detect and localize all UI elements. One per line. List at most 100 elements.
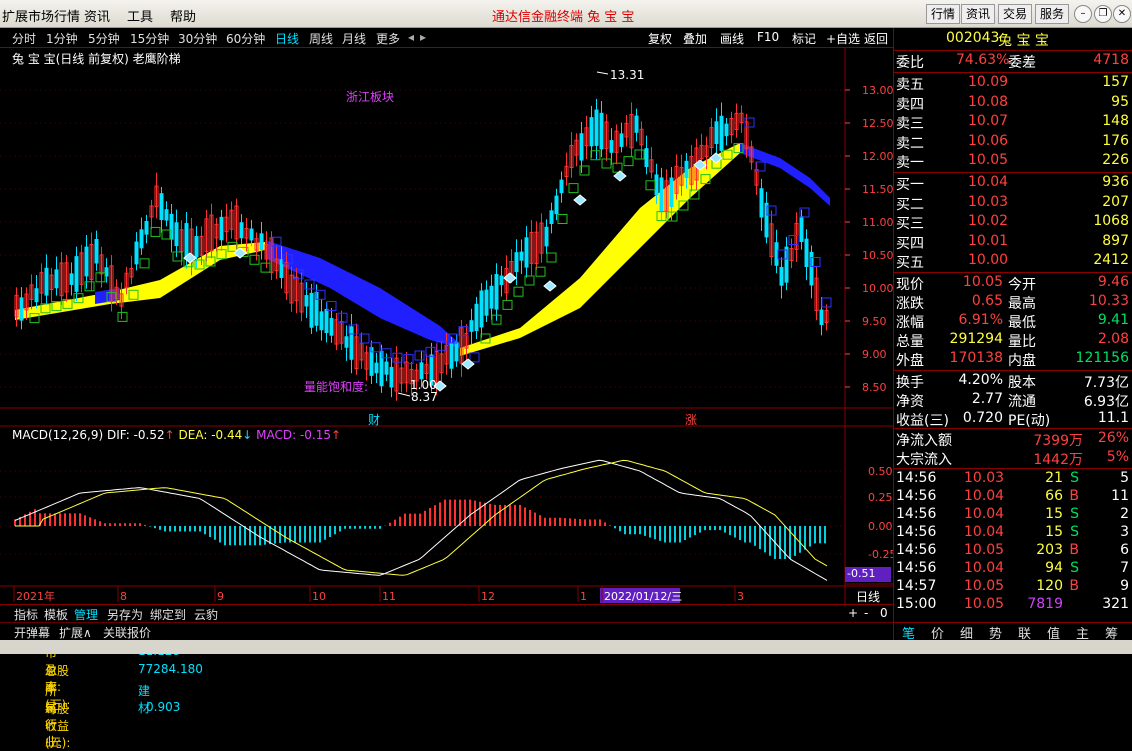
menu-extended-market[interactable]: 扩展市场行情 [2, 6, 80, 25]
candle [84, 246, 89, 277]
tab-indicator[interactable]: 指标 [14, 606, 38, 623]
stat-label: 外盘 [896, 353, 924, 369]
tf-daily[interactable]: 日线 [275, 30, 299, 47]
stat-value: 170138 [949, 350, 1003, 366]
bid-row: 买五 10.00 2412 [894, 252, 1132, 271]
minimize-icon[interactable]: – [1074, 5, 1092, 23]
tick-count: 2 [1120, 506, 1129, 522]
ladder-step [546, 252, 557, 263]
close-icon[interactable]: ✕ [1113, 5, 1131, 23]
macd-tick: -0.25 [868, 548, 893, 561]
stat-label: 总量 [896, 334, 924, 350]
tf-5min[interactable]: 5分钟 [88, 30, 120, 47]
restore-icon[interactable]: ❐ [1094, 5, 1112, 23]
btn-news[interactable]: 资讯 [961, 4, 996, 24]
btn-quote[interactable]: 行情 [926, 4, 961, 24]
candle [94, 238, 99, 264]
tf-weekly[interactable]: 周线 [309, 30, 333, 47]
zoom-out-icon[interactable]: - [864, 606, 868, 620]
bid-volume: 936 [1102, 174, 1129, 190]
macd-value: MACD: -0.15 [256, 428, 332, 442]
ladder-step [634, 149, 645, 160]
tool-adjust[interactable]: 复权 [648, 30, 672, 47]
tool-mark[interactable]: 标记 [792, 30, 816, 47]
tool-back[interactable]: 返回 [864, 30, 888, 47]
tf-intraday[interactable]: 分时 [12, 30, 36, 47]
signal-diamond-icon [461, 358, 475, 370]
tab-manage[interactable]: 管理 [74, 606, 98, 623]
stat-label-2: PE(动) [1008, 413, 1051, 429]
toggle-expand[interactable]: 扩展∧ [59, 624, 92, 641]
candle [44, 267, 49, 296]
candle [819, 309, 824, 325]
candle [489, 285, 494, 309]
ask-volume: 95 [1111, 93, 1129, 110]
price-tick: 9.00 [862, 348, 887, 361]
kline-chart[interactable]: 13.0012.5012.0011.5011.0010.5010.009.509… [0, 48, 896, 604]
macd-dea: DEA: -0.44 [178, 428, 243, 442]
tf-15min[interactable]: 15分钟 [130, 30, 169, 47]
ask-price: 10.07 [968, 113, 1009, 130]
menu-tools[interactable]: 工具 [127, 6, 153, 25]
tick-time: 14:56 [896, 506, 937, 522]
toggle-related-quote[interactable]: 关联报价 [103, 624, 151, 641]
tick-price: 10.05 [964, 542, 1005, 558]
stat-value: 6.91% [958, 312, 1003, 328]
zoom-reset-icon[interactable]: 0 [880, 606, 888, 620]
candle [759, 188, 764, 218]
btn-service[interactable]: 服务 [1035, 4, 1070, 24]
tool-f10[interactable]: F10 [757, 30, 779, 44]
stat-label: 涨幅 [896, 315, 924, 331]
diff-label: 委差 [1008, 55, 1036, 71]
tab-save-as[interactable]: 另存为 [107, 606, 143, 623]
macd-tick: 0.00 [868, 520, 893, 533]
toggle-danmaku[interactable]: 开弹幕 [14, 624, 50, 641]
btn-trade[interactable]: 交易 [998, 4, 1033, 24]
stat-value: 0.720 [962, 410, 1003, 426]
tab-bind-to[interactable]: 绑定到 [150, 606, 186, 623]
marker-rise[interactable]: 涨 [685, 411, 697, 428]
stat-value-2: 9.41 [1097, 312, 1129, 328]
candle [69, 273, 74, 285]
tab-cloud[interactable]: 云豹 [194, 606, 218, 623]
tab-template[interactable]: 模板 [44, 606, 68, 623]
tool-watchlist[interactable]: +自选 [826, 30, 860, 47]
bid-volume: 2412 [1093, 252, 1129, 269]
ask-price: 10.08 [968, 93, 1009, 110]
menu-help[interactable]: 帮助 [170, 6, 196, 25]
timeframe-toolbar: 分时 1分钟 5分钟 15分钟 30分钟 60分钟 日线 周线 月线 更多 ◂ … [0, 28, 893, 48]
scroll-left-icon[interactable]: ◂ [408, 30, 414, 44]
stat-value-2: 10.33 [1088, 293, 1129, 309]
tf-60min[interactable]: 60分钟 [226, 30, 265, 47]
date-label: 2021年 [16, 589, 55, 603]
tick-price: 10.05 [964, 596, 1005, 612]
menu-news[interactable]: 资讯 [84, 6, 110, 25]
tf-monthly[interactable]: 月线 [342, 30, 366, 47]
tf-1min[interactable]: 1分钟 [46, 30, 78, 47]
chart-title: 兔 宝 宝(日线 前复权) 老鹰阶梯 [12, 52, 181, 66]
tf-30min[interactable]: 30分钟 [178, 30, 217, 47]
tick-price: 10.03 [964, 470, 1005, 486]
tick-side: S [1070, 560, 1079, 576]
candle [714, 121, 719, 145]
tool-overlay[interactable]: 叠加 [683, 30, 707, 47]
price-tick: 11.50 [862, 183, 893, 196]
info-shares-value: 77284.180 [138, 662, 203, 676]
candle [724, 123, 729, 137]
marker-finance[interactable]: 财 [368, 411, 380, 428]
tf-more[interactable]: 更多 [376, 30, 400, 47]
zoom-in-icon[interactable]: + [848, 606, 858, 620]
candle [684, 160, 689, 178]
candle [344, 336, 349, 348]
tick-row: 14:56 10.04 15 S 3 [894, 524, 1132, 543]
candle [304, 295, 309, 307]
candle [74, 256, 79, 292]
chart-area[interactable]: 13.00 12.50 12.00 11.50 11.00 10.50 10.00 9.50 9… [0, 48, 896, 750]
candle [389, 366, 394, 388]
ladder-step [568, 183, 579, 194]
tool-draw[interactable]: 画线 [720, 30, 744, 47]
ask-label: 卖三 [896, 116, 924, 133]
scroll-right-icon[interactable]: ▸ [420, 30, 426, 44]
bottom-border [0, 640, 1132, 654]
ask-price: 10.09 [968, 74, 1009, 90]
